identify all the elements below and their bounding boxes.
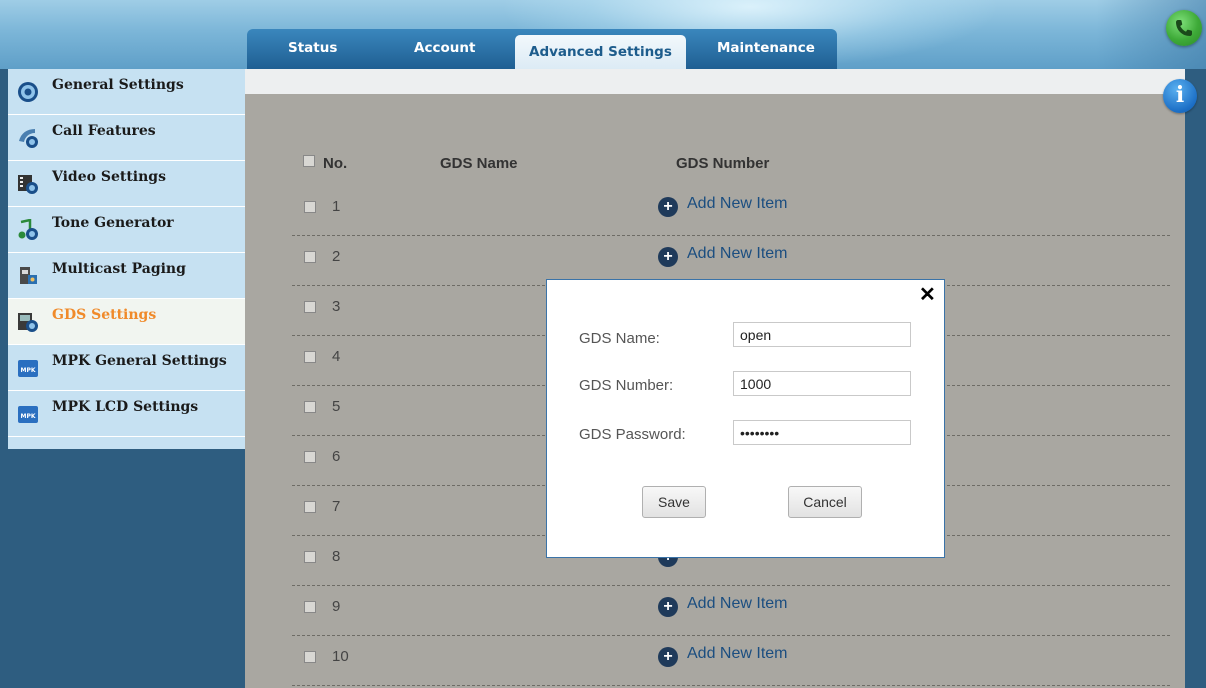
svg-text:MPK: MPK <box>20 413 35 420</box>
info-icon[interactable]: i <box>1163 79 1197 113</box>
mpk-icon: MPK <box>17 357 39 379</box>
row-number: 4 <box>332 348 341 365</box>
sidebar-item-call-features[interactable]: Call Features <box>8 115 245 161</box>
add-new-item-button[interactable]: +Add New Item <box>658 645 787 667</box>
sidebar-item-label: Tone Generator <box>52 215 174 231</box>
gds-password-label: GDS Password: <box>579 426 686 443</box>
sidebar-item-label: Video Settings <box>52 169 166 185</box>
sidebar-item-label: MPK LCD Settings <box>52 399 199 415</box>
sidebar-item-general-settings[interactable]: General Settings <box>8 69 245 115</box>
sidebar-item-tone-generator[interactable]: Tone Generator <box>8 207 245 253</box>
sidebar-item-gds-settings[interactable]: GDS Settings <box>8 299 245 345</box>
tab-status[interactable]: Status <box>288 29 337 69</box>
gds-number-input[interactable] <box>733 371 911 396</box>
gds-name-input[interactable] <box>733 322 911 347</box>
table-row: 10 + Add New Item <box>292 635 1170 686</box>
table-row: 9 + Add New Item <box>292 585 1170 636</box>
cancel-button[interactable]: Cancel <box>788 486 862 518</box>
row-number: 10 <box>332 648 349 665</box>
row-number: 2 <box>332 248 341 265</box>
content-top-bar <box>245 69 1185 94</box>
main-tab-bar: Status Account Advanced Settings Mainten… <box>247 29 837 69</box>
row-number: 8 <box>332 548 341 565</box>
svg-text:MPK: MPK <box>20 367 35 374</box>
gear-icon <box>17 81 39 103</box>
row-checkbox[interactable] <box>304 351 316 363</box>
table-row: 1 + Add New Item <box>292 185 1170 236</box>
gds-password-input[interactable] <box>733 420 911 445</box>
gds-icon <box>17 311 39 333</box>
tab-advanced-settings[interactable]: Advanced Settings <box>515 35 686 69</box>
gds-name-label: GDS Name: <box>579 330 660 347</box>
call-features-icon <box>17 127 39 149</box>
video-icon <box>17 173 39 195</box>
gds-edit-dialog: ✕ GDS Name: GDS Number: GDS Password: Sa… <box>546 279 945 558</box>
row-number: 3 <box>332 298 341 315</box>
sidebar-item-label: Call Features <box>52 123 156 139</box>
music-note-icon <box>17 218 39 241</box>
add-new-item-button[interactable]: +Add New Item <box>658 195 787 217</box>
row-checkbox[interactable] <box>304 501 316 513</box>
add-new-item-button[interactable]: +Add New Item <box>658 245 787 267</box>
plus-circle-icon: + <box>658 597 678 617</box>
close-icon[interactable]: ✕ <box>919 282 936 307</box>
row-checkbox[interactable] <box>304 651 316 663</box>
right-strip <box>1185 69 1206 688</box>
header-gds-number: GDS Number <box>676 155 770 172</box>
row-checkbox[interactable] <box>304 601 316 613</box>
row-number: 1 <box>332 198 341 215</box>
sidebar-item-label: MPK General Settings <box>52 353 227 369</box>
plus-circle-icon: + <box>658 647 678 667</box>
row-checkbox[interactable] <box>304 401 316 413</box>
row-checkbox[interactable] <box>304 551 316 563</box>
sidebar: General Settings Call Features Video Set… <box>8 69 245 449</box>
mpk-icon: MPK <box>17 403 39 425</box>
sidebar-item-label: General Settings <box>52 77 184 93</box>
row-checkbox[interactable] <box>304 301 316 313</box>
plus-circle-icon: + <box>658 197 678 217</box>
sidebar-item-label: GDS Settings <box>52 307 157 323</box>
paging-icon <box>17 265 39 287</box>
header-gds-name: GDS Name <box>440 155 518 172</box>
sidebar-item-mpk-lcd-settings[interactable]: MPK MPK LCD Settings <box>8 391 245 437</box>
row-number: 7 <box>332 498 341 515</box>
row-checkbox[interactable] <box>304 201 316 213</box>
phone-icon[interactable] <box>1166 10 1202 46</box>
row-number: 6 <box>332 448 341 465</box>
tab-maintenance[interactable]: Maintenance <box>717 29 815 69</box>
select-all-checkbox[interactable] <box>303 155 315 167</box>
plus-circle-icon: + <box>658 247 678 267</box>
row-checkbox[interactable] <box>304 251 316 263</box>
sidebar-item-label: Multicast Paging <box>52 261 186 277</box>
sidebar-item-multicast-paging[interactable]: Multicast Paging <box>8 253 245 299</box>
header-no: No. <box>323 155 348 172</box>
row-number: 5 <box>332 398 341 415</box>
gds-number-label: GDS Number: <box>579 377 674 394</box>
row-checkbox[interactable] <box>304 451 316 463</box>
tab-account[interactable]: Account <box>414 29 475 69</box>
save-button[interactable]: Save <box>642 486 706 518</box>
row-number: 9 <box>332 598 341 615</box>
sidebar-item-video-settings[interactable]: Video Settings <box>8 161 245 207</box>
sidebar-item-mpk-general-settings[interactable]: MPK MPK General Settings <box>8 345 245 391</box>
add-new-item-button[interactable]: +Add New Item <box>658 595 787 617</box>
